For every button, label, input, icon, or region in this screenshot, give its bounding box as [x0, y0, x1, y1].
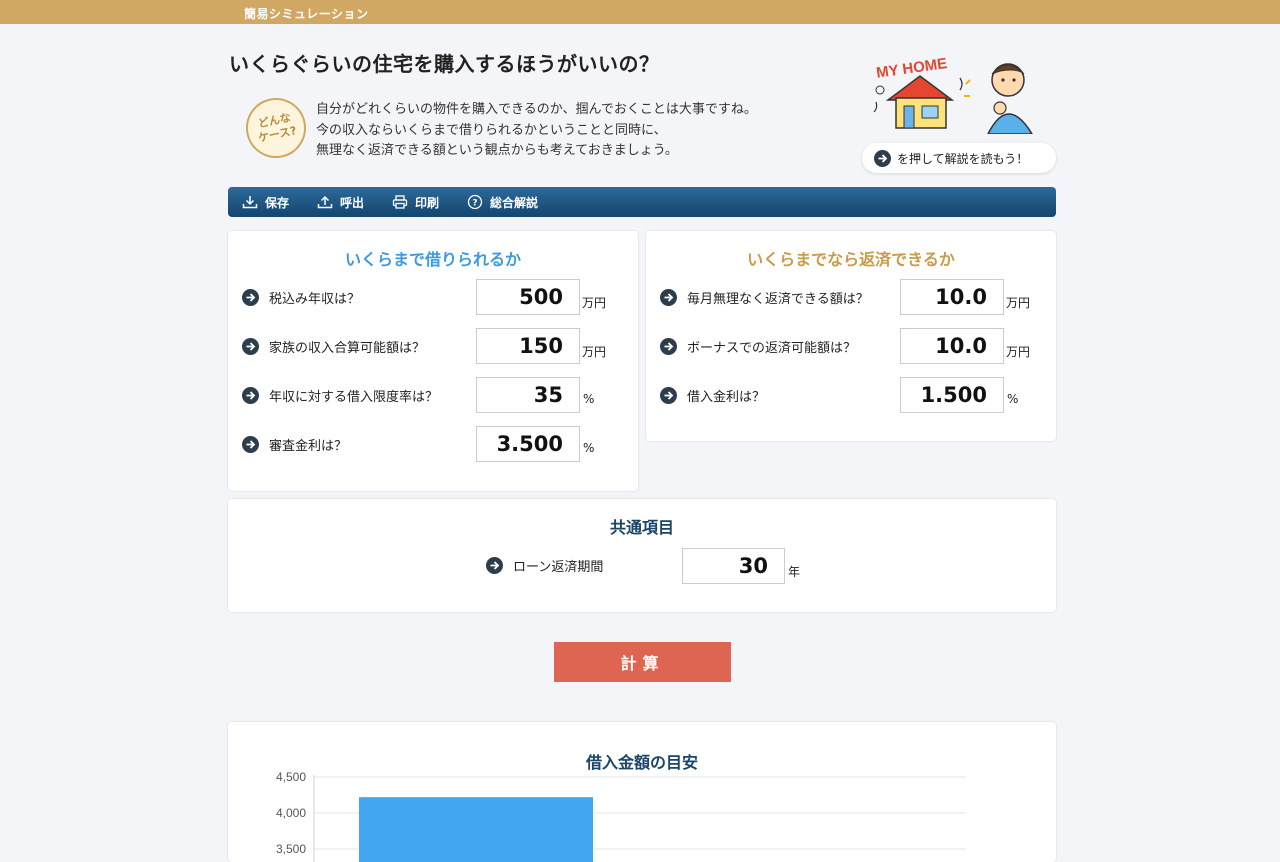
income-input[interactable]: 500 [476, 279, 580, 315]
borrow-row-ratio: 年収に対する借入限度率は？ [242, 386, 438, 405]
intro-line: 自分がどれくらいの物件を購入できるのか、掴んでおくことは大事ですね。 [316, 102, 757, 117]
svg-text:?: ? [472, 199, 477, 209]
app-title: 簡易シミュレーション [244, 7, 369, 21]
arrow-right-icon [874, 149, 891, 167]
hint-pill: を押して解説を読もう！ [862, 143, 1056, 173]
case-badge: どんな ケース? [240, 92, 312, 164]
arrow-right-icon[interactable] [242, 387, 259, 404]
limit-ratio-label: 年収に対する借入限度率は？ [269, 390, 439, 405]
limit-ratio-input[interactable]: 35 [476, 377, 580, 413]
screening-rate-unit: % [583, 441, 595, 455]
income-label: 税込み年収は？ [269, 292, 361, 307]
borrow-row-income: 税込み年収は？ [242, 288, 360, 307]
page-title: いくらぐらいの住宅を購入するほうがいいの？ [229, 52, 660, 76]
intro-text: 自分がどれくらいの物件を購入できるのか、掴んでおくことは大事ですね。 今の収入な… [316, 100, 757, 162]
repay-row-rate: 借入金利は？ [660, 386, 765, 405]
arrow-right-icon[interactable] [242, 338, 259, 355]
arrow-right-icon[interactable] [242, 289, 259, 306]
my-home-illustration: MY HOME [873, 55, 1033, 134]
repay-row-monthly: 毎月無理なく返済できる額は？ [660, 288, 869, 307]
case-badge-label: どんな ケース? [256, 110, 298, 145]
intro-line: 今の収入ならいくらまで借りられるかということと同時に、 [316, 122, 667, 138]
bonus-repay-input[interactable]: 10.0 [900, 328, 1004, 364]
arrow-right-icon[interactable] [660, 387, 677, 404]
arrow-right-icon[interactable] [660, 289, 677, 306]
family-income-unit: 万円 [582, 345, 607, 359]
chart-plot: 4,500 4,000 3,500 [276, 770, 966, 862]
repay-card-title: いくらまでなら返済できるか [747, 250, 955, 269]
loan-term-unit: 年 [788, 565, 801, 579]
chart-y-tick-label: 3,500 [276, 842, 306, 856]
common-row-term: ローン返済期間 [486, 556, 603, 575]
download-icon [242, 196, 258, 209]
arrow-right-icon[interactable] [660, 338, 677, 355]
my-home-sign: MY HOME [875, 55, 948, 82]
top-bar: 簡易シミュレーション [0, 0, 1280, 24]
chart-card: 借入金額の目安 4,500 4,000 3,500 [228, 722, 1056, 862]
chart-y-tick-label: 4,000 [276, 806, 306, 820]
income-unit: 万円 [582, 296, 607, 310]
bonus-repay-unit: 万円 [1006, 345, 1031, 359]
load-label: 呼出 [340, 195, 365, 210]
calculate-button[interactable]: 計算 [554, 642, 731, 682]
common-card: 共通項目 ローン返済期間 30 年 [228, 499, 1056, 612]
repay-card: いくらまでなら返済できるか 毎月無理なく返済できる額は？ 10.0 万円 ボーナ… [646, 231, 1056, 441]
save-label: 保存 [265, 195, 290, 210]
borrow-row-family: 家族の収入合算可能額は？ [242, 337, 425, 356]
monthly-repay-label: 毎月無理なく返済できる額は？ [687, 292, 869, 307]
loan-term-label: ローン返済期間 [513, 560, 604, 575]
load-button[interactable]: 呼出 [317, 194, 364, 211]
loan-rate-label: 借入金利は？ [687, 390, 766, 405]
repay-row-bonus: ボーナスでの返済可能額は？ [660, 337, 856, 356]
loan-rate-input[interactable]: 1.500 [900, 377, 1004, 413]
arrow-right-icon[interactable] [486, 557, 503, 574]
intro-line: 無理なく返済できる額という観点からも考えておきましょう。 [316, 143, 678, 158]
monthly-repay-unit: 万円 [1006, 296, 1031, 310]
monthly-repay-input[interactable]: 10.0 [900, 279, 1004, 315]
help-button[interactable]: ? 総合解説 [467, 194, 538, 211]
family-income-input[interactable]: 150 [476, 328, 580, 364]
chart-bar[interactable] [359, 797, 593, 862]
help-label: 総合解説 [490, 195, 539, 210]
chart-y-tick-label: 4,500 [276, 770, 306, 784]
limit-ratio-unit: % [583, 392, 595, 406]
upload-icon [317, 195, 333, 209]
printer-icon [392, 195, 408, 209]
common-card-title: 共通項目 [609, 518, 674, 537]
arrow-right-icon[interactable] [242, 436, 259, 453]
toolbar: 保存 呼出 印刷 ? 総合解説 [228, 187, 1056, 217]
hint-text: を押して解説を読もう！ [897, 151, 1029, 166]
loan-rate-unit: % [1007, 392, 1019, 406]
screening-rate-label: 審査金利は？ [269, 439, 348, 454]
save-button[interactable]: 保存 [242, 194, 289, 211]
family-income-label: 家族の収入合算可能額は？ [269, 341, 426, 356]
borrow-row-rate: 審査金利は？ [242, 435, 347, 454]
borrow-card-title: いくらまで借りられるか [344, 250, 521, 269]
loan-term-input[interactable]: 30 [682, 548, 785, 584]
print-button[interactable]: 印刷 [392, 194, 439, 211]
screening-rate-input[interactable]: 3.500 [476, 426, 580, 462]
bonus-repay-label: ボーナスでの返済可能額は？ [687, 341, 857, 356]
borrow-card: いくらまで借りられるか 税込み年収は？ 500 万円 家族の収入合算可能額は？ … [228, 231, 638, 491]
print-label: 印刷 [415, 195, 440, 210]
help-icon: ? [467, 194, 483, 210]
